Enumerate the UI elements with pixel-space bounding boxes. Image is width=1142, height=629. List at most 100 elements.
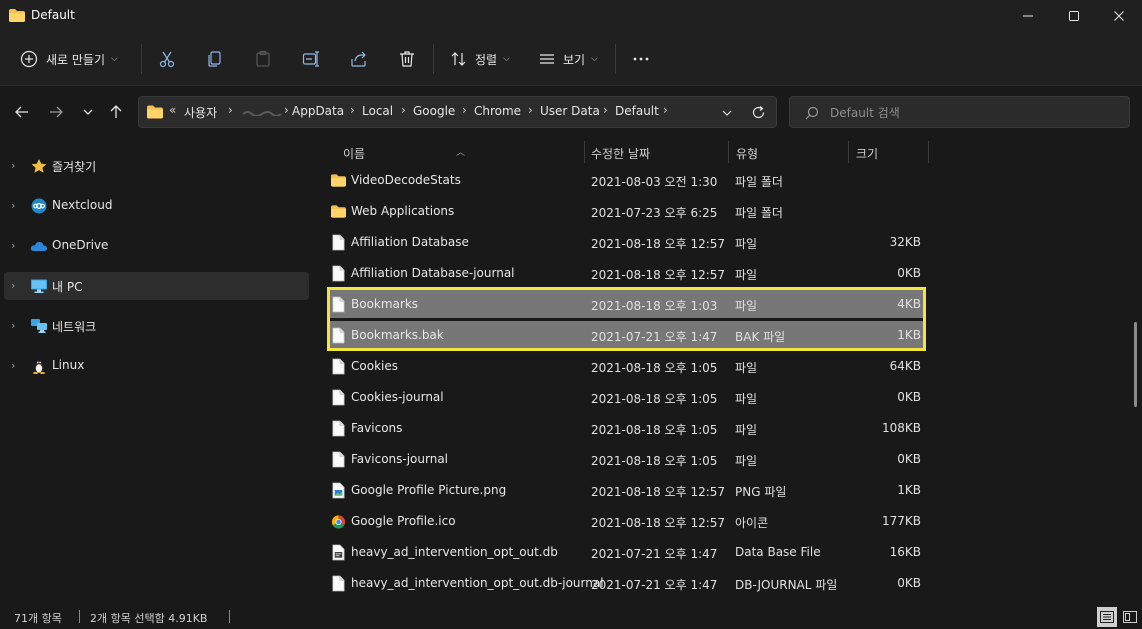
file-row[interactable]: Affiliation Database 2021-08-18 오후 12:57 파… [328,228,924,256]
expand-chevron-icon[interactable]: › [11,359,21,373]
column-header-name[interactable]: 이름 [343,145,365,162]
file-row[interactable]: Bookmarks.bak 2021-07-21 오후 1:47 BAK 파일 1KB [328,321,924,349]
column-divider[interactable] [584,141,585,163]
file-icon [332,234,345,251]
chevron-down-icon[interactable] [721,108,733,118]
overflow-crumbs[interactable]: « [169,103,176,117]
copy-button[interactable] [206,42,224,76]
crumb-local[interactable]: Local [362,104,393,118]
file-name: Bookmarks [351,297,419,311]
expand-chevron-icon[interactable]: › [11,199,21,213]
crumb-separator: › [528,103,533,117]
refresh-icon[interactable] [751,105,766,120]
recent-locations-button[interactable] [77,101,99,123]
share-button[interactable] [350,42,368,76]
column-divider[interactable] [848,141,849,163]
column-divider[interactable] [928,141,929,163]
close-button[interactable] [1096,0,1142,32]
file-type: 파일 [735,268,758,282]
status-separator [229,610,230,623]
new-button[interactable]: 새로 만들기 ⌵ [20,42,118,76]
crumb-default[interactable]: Default [615,104,659,118]
file-row[interactable]: Google Profile.ico 2021-08-18 오후 12:57 아이콘… [328,507,924,535]
crumb-user-data[interactable]: User Data [540,104,600,118]
network-icon [31,319,47,333]
file-icon [332,451,345,468]
delete-button[interactable] [398,42,416,76]
file-icon [332,575,345,592]
sidebar-item-nextcloud[interactable]: › Nextcloud [4,192,309,220]
paste-button[interactable] [254,42,272,76]
tiles-view-button[interactable] [1120,607,1140,627]
sidebar-item-this-pc[interactable]: › 내 PC [4,272,309,300]
file-row[interactable]: heavy_ad_intervention_opt_out.db 2021-07-… [328,538,924,566]
minimize-button[interactable] [1005,0,1051,32]
file-date-modified: 2021-08-18 오후 1:05 [591,454,718,468]
item-count: 71개 항목 [14,612,62,625]
file-row[interactable]: Web Applications 2021-07-23 오후 6:25 파일 폴더 [328,197,924,225]
crumb-separator: › [284,103,289,117]
sort-icon [451,52,466,66]
file-row[interactable]: Bookmarks 2021-08-18 오후 1:03 파일 4KB [328,290,924,318]
up-button[interactable] [105,101,127,123]
expand-chevron-icon[interactable]: › [11,159,21,173]
file-row[interactable]: Affiliation Database-journal 2021-08-18 오… [328,259,924,287]
column-header-date[interactable]: 수정한 날짜 [591,145,650,162]
scissors-icon [159,51,175,68]
more-options-button[interactable] [632,42,650,76]
file-row[interactable]: Google Profile Picture.png 2021-08-18 오후 … [328,476,924,504]
expand-chevron-icon[interactable]: › [11,279,21,293]
file-row[interactable]: Cookies 2021-08-18 오후 1:05 파일 64KB [328,352,924,380]
file-row[interactable]: VideoDecodeStats 2021-08-03 오전 1:30 파일 폴더 [328,166,924,194]
column-header-type[interactable]: 유형 [736,145,758,162]
file-type: BAK 파일 [735,330,786,344]
column-header-size[interactable]: 크기 [856,145,878,162]
details-view-icon [1100,611,1114,623]
sort-button[interactable]: 정렬 ⌵ [450,42,510,76]
file-row[interactable]: heavy_ad_intervention_opt_out.db-journal… [328,569,924,597]
file-row[interactable]: Cookies-journal 2021-08-18 오후 1:05 파일 0KB [328,383,924,411]
redacted-username [242,111,282,116]
file-name: heavy_ad_intervention_opt_out.db-journal [351,576,604,590]
search-icon [805,106,819,120]
scrollbar-thumb[interactable] [1134,322,1137,407]
view-button[interactable]: 보기 ⌵ [538,42,598,76]
file-size: 32KB [889,235,921,249]
crumb-google[interactable]: Google [413,104,455,118]
expand-chevron-icon[interactable]: › [11,239,21,253]
chevron-down-icon: ⌵ [111,54,118,64]
file-size: 16KB [889,545,921,559]
sidebar-item-linux[interactable]: › Linux [4,352,309,380]
maximize-button[interactable] [1051,0,1097,32]
crumb-chrome[interactable]: Chrome [474,104,521,118]
sidebar-item-label: Nextcloud [52,198,113,212]
file-size: 0KB [897,576,921,590]
address-row: « 사용자 › › AppData › Local › Google › Chr… [0,86,1142,136]
file-row[interactable]: Favicons-journal 2021-08-18 오후 1:05 파일 0KB [328,445,924,473]
rename-button[interactable] [302,42,320,76]
crumb-users[interactable]: 사용자 [184,104,217,121]
linux-icon [33,360,45,374]
cut-button[interactable] [158,42,176,76]
crumb-appdata[interactable]: AppData [292,104,344,118]
address-bar[interactable]: « 사용자 › › AppData › Local › Google › Chr… [138,96,777,128]
sidebar-item-favorites[interactable]: › 즐겨찾기 [4,152,309,180]
expand-chevron-icon[interactable]: › [11,319,21,333]
file-name: Cookies-journal [351,390,444,404]
crumb-separator: › [350,103,355,117]
forward-button[interactable] [45,101,67,123]
back-button[interactable] [11,101,33,123]
file-row[interactable]: Favicons 2021-08-18 오후 1:05 파일 108KB [328,414,924,442]
file-date-modified: 2021-07-21 오후 1:47 [591,330,718,344]
column-divider[interactable] [728,141,729,163]
details-view-button[interactable] [1097,607,1117,627]
file-size: 0KB [897,390,921,404]
file-size: 0KB [897,452,921,466]
vertical-scrollbar[interactable] [1131,136,1142,604]
sidebar-item-network[interactable]: › 네트워크 [4,312,309,340]
sidebar-item-onedrive[interactable]: › OneDrive [4,232,309,260]
search-box[interactable]: Default 검색 [789,96,1130,128]
sort-ascending-icon: ︿ [456,148,466,158]
file-name: Cookies [351,359,398,373]
window-title: Default [31,8,75,22]
